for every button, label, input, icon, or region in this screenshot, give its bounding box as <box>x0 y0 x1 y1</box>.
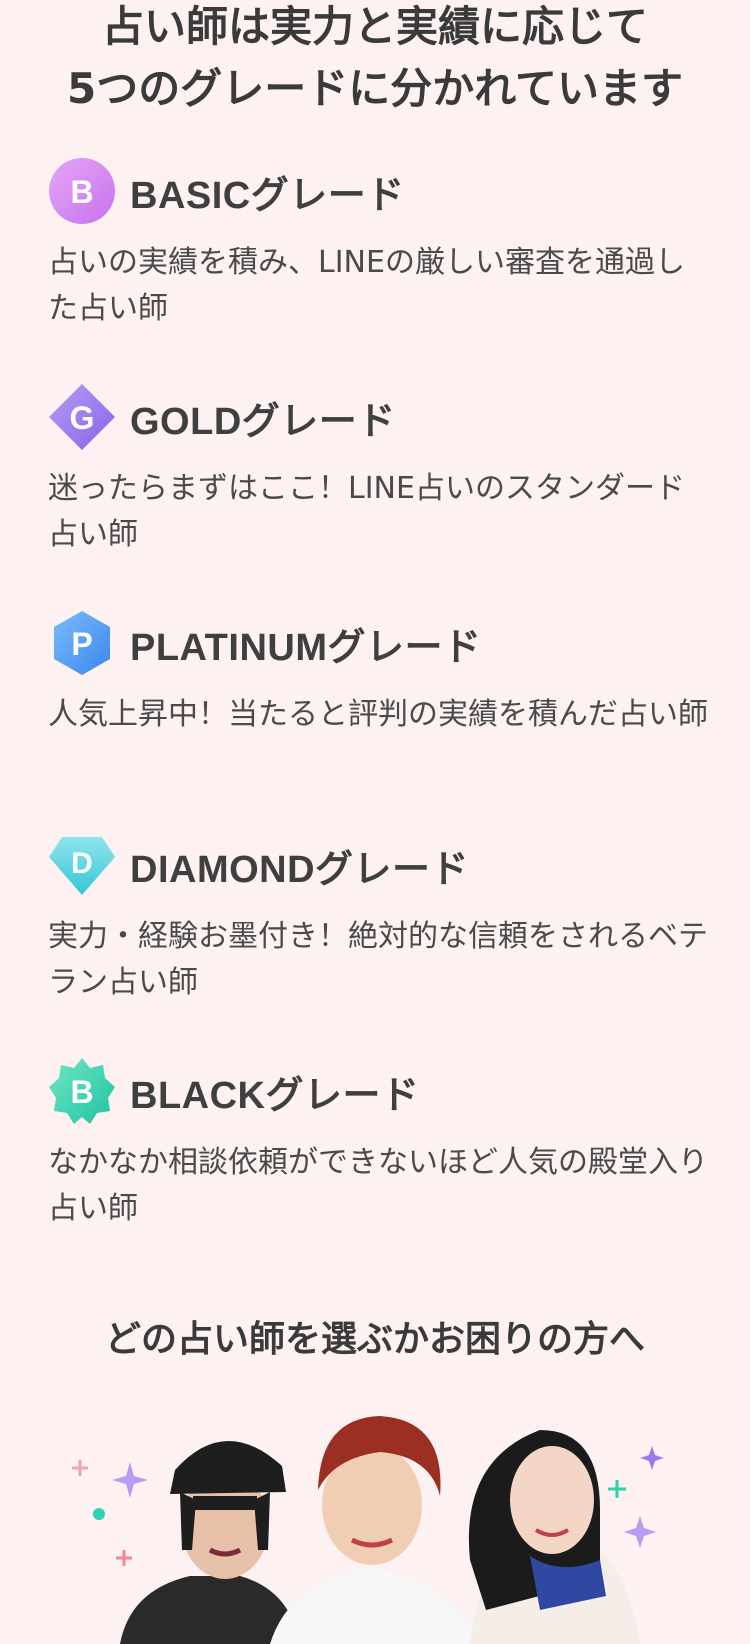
fortune-teller-right <box>468 1430 640 1644</box>
sub-headline: どの占い師を選ぶかお困りの方へ <box>104 1319 645 1360</box>
headline-line-2: 5つのグレードに分かれています <box>67 64 683 113</box>
grade-platinum: P PLATINUMグレード 人気上昇中！当たると評判の実績を積んだ占い師 <box>48 608 708 738</box>
grade-title: BLACKグレード <box>130 1074 420 1117</box>
grade-black: B BLACKグレード なかなか相談依頼ができないほど人気の殿堂入り占い師 <box>48 1056 708 1232</box>
gold-badge-letter: G <box>70 400 95 436</box>
grade-title: GOLDグレード <box>130 400 396 443</box>
black-badge-letter: B <box>70 1074 93 1110</box>
grade-title: PLATINUMグレード <box>130 626 482 669</box>
grade-basic: B BASICグレード 占いの実績を積み、LINEの厳しい審査を通過した占い師 <box>48 156 708 332</box>
gold-badge-icon: G <box>48 383 116 451</box>
platinum-badge-icon: P <box>48 609 116 677</box>
grade-diamond: D DIAMONDグレード 実力・経験お墨付き！絶対的な信頼をされるベテラン占い… <box>48 830 708 1006</box>
grade-gold: G GOLDグレード 迷ったらまずはここ！LINE占いのスタンダード占い師 <box>48 382 708 558</box>
page-headline: 占い師は実力と実績に応じて 5つのグレードに分かれています <box>0 0 750 120</box>
basic-badge-icon: B <box>48 157 116 225</box>
fortune-teller-center <box>270 1416 480 1644</box>
diamond-badge-icon: D <box>48 831 116 899</box>
fortune-tellers-image <box>0 1400 750 1644</box>
grade-title: DIAMONDグレード <box>130 848 470 891</box>
grade-description: 占いの実績を積み、LINEの厳しい審査を通過した占い師 <box>48 245 685 326</box>
grade-title: BASICグレード <box>130 174 405 217</box>
grade-description: 迷ったらまずはここ！LINE占いのスタンダード占い師 <box>48 471 685 552</box>
grade-description: 実力・経験お墨付き！絶対的な信頼をされるベテラン占い師 <box>48 919 708 1000</box>
fortune-teller-left <box>120 1440 300 1644</box>
basic-badge-letter: B <box>70 174 93 210</box>
black-badge-icon: B <box>48 1057 116 1125</box>
grade-description: なかなか相談依頼ができないほど人気の殿堂入り占い師 <box>48 1145 708 1226</box>
diamond-badge-letter: D <box>71 847 93 880</box>
platinum-badge-letter: P <box>71 626 92 662</box>
grade-description: 人気上昇中！当たると評判の実績を積んだ占い師 <box>48 697 708 732</box>
headline-line-1: 占い師は実力と実績に応じて <box>101 2 648 51</box>
